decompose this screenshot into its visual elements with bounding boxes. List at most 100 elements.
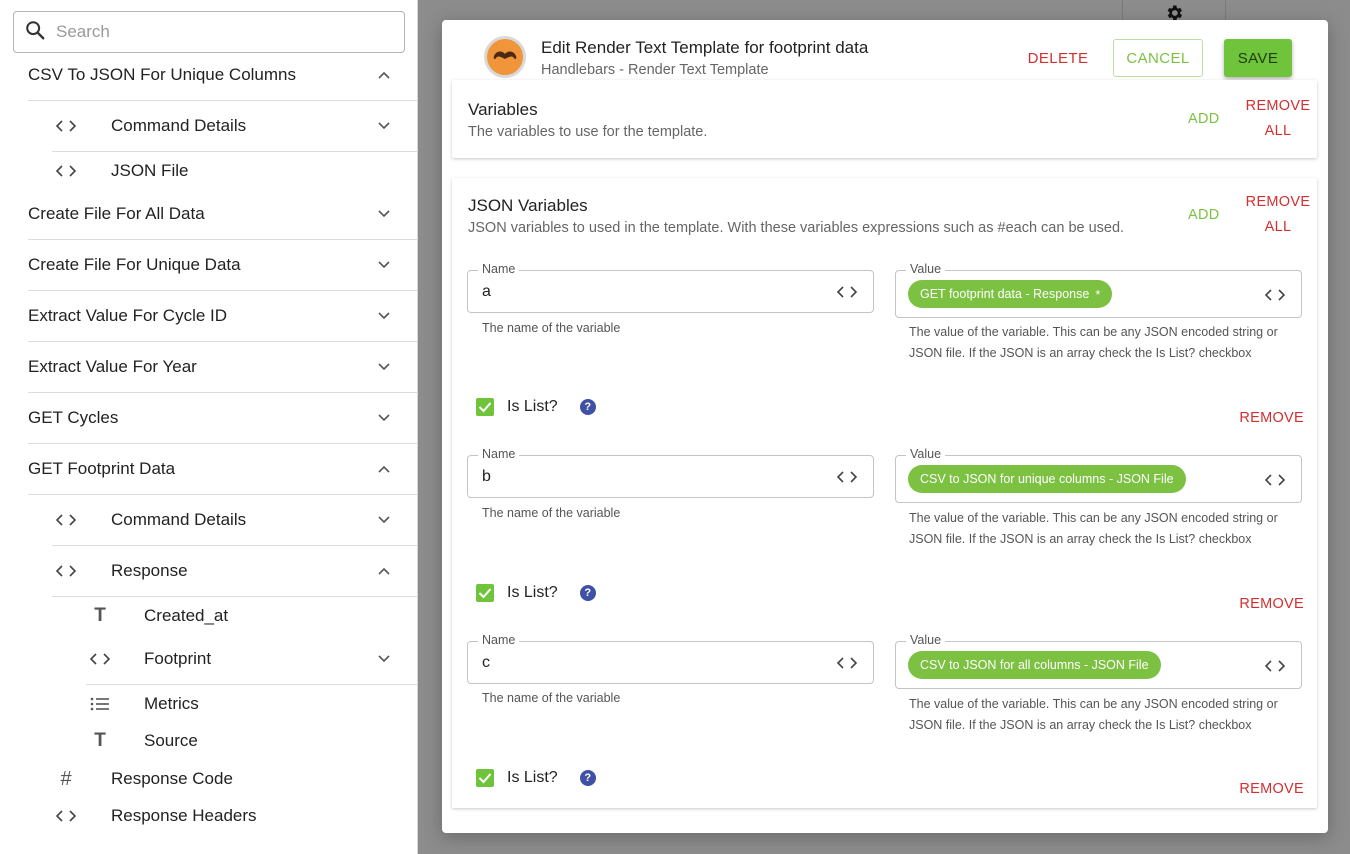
chip-label: GET footprint data - Response bbox=[920, 287, 1090, 301]
code-toggle-icon[interactable] bbox=[1263, 657, 1287, 675]
help-icon[interactable]: ? bbox=[579, 770, 596, 786]
cancel-button[interactable]: CANCEL bbox=[1113, 39, 1203, 77]
delete-button[interactable]: DELETE bbox=[1018, 39, 1098, 77]
tree-item-create-file-all[interactable]: Create File For All Data bbox=[28, 202, 391, 226]
chevron-up-icon[interactable] bbox=[377, 68, 391, 82]
chevron-down-icon[interactable] bbox=[377, 513, 391, 527]
tree-item-metrics[interactable]: Metrics bbox=[86, 692, 391, 716]
variable-name-value[interactable]: c bbox=[482, 654, 490, 672]
field-legend: Value bbox=[906, 447, 946, 461]
search-input[interactable] bbox=[56, 22, 376, 42]
remove-variable-button[interactable]: REMOVE bbox=[1239, 781, 1304, 797]
value-reference-chip[interactable]: CSV to JSON for unique columns - JSON Fi… bbox=[908, 465, 1186, 493]
code-icon bbox=[52, 119, 80, 133]
is-list-checkbox[interactable] bbox=[476, 398, 494, 416]
is-list-label: Is List? bbox=[507, 398, 558, 415]
section-description: The variables to use for the template. bbox=[468, 124, 708, 140]
chevron-up-icon[interactable] bbox=[377, 462, 391, 476]
tree-item-label: GET Cycles bbox=[28, 408, 119, 427]
tree-item-label: Response Headers bbox=[111, 806, 257, 825]
save-button[interactable]: SAVE bbox=[1224, 39, 1292, 77]
tree-item-get-cycles[interactable]: GET Cycles bbox=[28, 406, 391, 430]
tree-item-command-details[interactable]: Command Details bbox=[52, 508, 391, 532]
field-legend: Value bbox=[906, 262, 946, 276]
code-toggle-icon[interactable] bbox=[1263, 471, 1287, 489]
code-toggle-icon[interactable] bbox=[1263, 286, 1287, 304]
variable-name-value[interactable]: b bbox=[482, 468, 491, 486]
value-helper-text: The value of the variable. This can be a… bbox=[909, 508, 1278, 549]
chevron-down-icon[interactable] bbox=[377, 119, 391, 133]
chevron-down-icon[interactable] bbox=[377, 309, 391, 323]
add-variable-button[interactable]: ADD bbox=[1188, 111, 1220, 127]
tree-item-extract-cycle-id[interactable]: Extract Value For Cycle ID bbox=[28, 304, 391, 328]
variable-value-field[interactable]: Value CSV to JSON for unique columns - J… bbox=[895, 447, 1302, 503]
tree-item-csv-to-json[interactable]: CSV To JSON For Unique Columns bbox=[28, 63, 391, 87]
variable-value-field[interactable]: Value GET footprint data - Response * bbox=[895, 262, 1302, 318]
tree-item-create-file-unique[interactable]: Create File For Unique Data bbox=[28, 253, 391, 277]
tree-item-response[interactable]: Response bbox=[52, 559, 391, 583]
remove-all-json-variables-button[interactable]: REMOVE ALL bbox=[1245, 190, 1311, 240]
variables-section: Variables The variables to use for the t… bbox=[452, 80, 1317, 158]
tree-item-command-details[interactable]: Command Details bbox=[52, 114, 391, 138]
field-legend: Value bbox=[906, 633, 946, 647]
is-list-checkbox-row[interactable]: Is List? ? bbox=[476, 398, 596, 416]
tree-item-response-headers[interactable]: Response Headers bbox=[52, 804, 391, 828]
value-helper-line1: The value of the variable. This can be a… bbox=[909, 697, 1278, 711]
tree-item-label: GET Footprint Data bbox=[28, 459, 176, 478]
tree-item-label: JSON File bbox=[111, 161, 189, 180]
code-toggle-icon[interactable] bbox=[835, 468, 859, 486]
tree-item-response-code[interactable]: # Response Code bbox=[52, 767, 391, 791]
divider bbox=[28, 443, 417, 444]
code-toggle-icon[interactable] bbox=[835, 654, 859, 672]
chevron-down-icon[interactable] bbox=[377, 360, 391, 374]
code-icon bbox=[52, 513, 80, 527]
is-list-checkbox-row[interactable]: Is List? ? bbox=[476, 769, 596, 787]
remove-variable-button[interactable]: REMOVE bbox=[1239, 596, 1304, 612]
text-type-icon: T bbox=[94, 730, 106, 751]
variable-name-field[interactable]: Name a bbox=[467, 262, 874, 313]
chevron-up-icon[interactable] bbox=[377, 564, 391, 578]
remove-all-variables-button[interactable]: REMOVE ALL bbox=[1245, 94, 1311, 144]
tree-item-extract-year[interactable]: Extract Value For Year bbox=[28, 355, 391, 379]
code-toggle-icon[interactable] bbox=[835, 283, 859, 301]
tree-item-label: Create File For All Data bbox=[28, 204, 205, 223]
code-icon bbox=[86, 652, 114, 666]
tree-item-label: Response Code bbox=[111, 769, 233, 788]
chevron-down-icon[interactable] bbox=[377, 652, 391, 666]
remove-all-label-line1: REMOVE bbox=[1245, 194, 1311, 210]
is-list-checkbox-row[interactable]: Is List? ? bbox=[476, 584, 596, 602]
help-icon[interactable]: ? bbox=[579, 585, 596, 601]
tree-item-footprint[interactable]: Footprint bbox=[86, 647, 391, 671]
value-reference-chip[interactable]: CSV to JSON for all columns - JSON File bbox=[908, 651, 1161, 679]
is-list-checkbox[interactable] bbox=[476, 584, 494, 602]
tree-item-created-at[interactable]: T Created_at bbox=[86, 604, 391, 628]
help-icon[interactable]: ? bbox=[579, 399, 596, 415]
tree-item-label: Command Details bbox=[111, 510, 247, 529]
remove-variable-button[interactable]: REMOVE bbox=[1239, 410, 1304, 426]
background-toolbar bbox=[1122, 0, 1226, 21]
section-title: JSON Variables bbox=[468, 196, 588, 215]
value-helper-line1: The value of the variable. This can be a… bbox=[909, 325, 1278, 339]
tree-item-label: Extract Value For Cycle ID bbox=[28, 306, 228, 325]
value-reference-chip[interactable]: GET footprint data - Response * bbox=[908, 280, 1113, 308]
sidebar: CSV To JSON For Unique Columns Command D… bbox=[0, 0, 418, 854]
tree-item-label: Footprint bbox=[144, 649, 212, 668]
divider bbox=[28, 341, 417, 342]
variable-value-field[interactable]: Value CSV to JSON for all columns - JSON… bbox=[895, 633, 1302, 689]
tree-item-source[interactable]: T Source bbox=[86, 729, 391, 753]
variable-name-field[interactable]: Name c bbox=[467, 633, 874, 684]
chevron-down-icon[interactable] bbox=[377, 258, 391, 272]
chevron-down-icon[interactable] bbox=[377, 207, 391, 221]
text-type-icon: T bbox=[94, 605, 106, 626]
field-legend: Name bbox=[478, 447, 520, 461]
tree-item-get-footprint-data[interactable]: GET Footprint Data bbox=[28, 457, 391, 481]
variable-name-field[interactable]: Name b bbox=[467, 447, 874, 498]
variable-name-value[interactable]: a bbox=[482, 283, 491, 301]
chevron-down-icon[interactable] bbox=[377, 411, 391, 425]
is-list-label: Is List? bbox=[507, 584, 558, 601]
is-list-checkbox[interactable] bbox=[476, 769, 494, 787]
dialog-subtitle: Handlebars - Render Text Template bbox=[541, 62, 769, 78]
tree-item-json-file[interactable]: JSON File bbox=[52, 159, 391, 183]
add-json-variable-button[interactable]: ADD bbox=[1188, 207, 1220, 223]
search-box[interactable] bbox=[13, 11, 405, 53]
